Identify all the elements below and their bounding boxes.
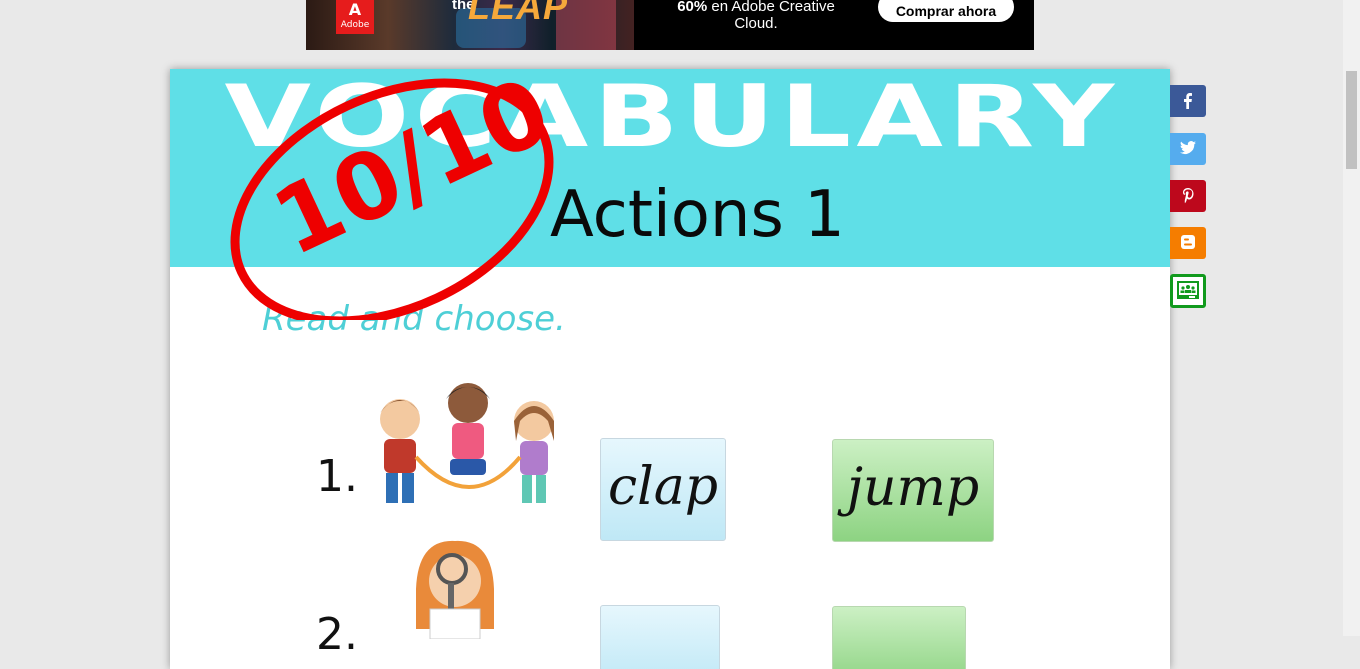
question-1-number: 1.	[316, 451, 358, 502]
share-pinterest-button[interactable]	[1170, 180, 1206, 212]
pinterest-icon	[1183, 188, 1194, 204]
magnifier-girl-illustration	[416, 540, 494, 639]
facebook-icon	[1184, 93, 1192, 109]
twitter-icon	[1180, 141, 1196, 154]
question-2-number: 2.	[316, 609, 358, 660]
page-scrollbar[interactable]	[1343, 0, 1360, 636]
share-facebook-button[interactable]	[1170, 85, 1206, 117]
adobe-logo: A Adobe	[336, 0, 374, 34]
choice-clap[interactable]: clap	[600, 438, 726, 541]
share-google-classroom-button[interactable]	[1170, 274, 1206, 308]
share-blogger-button[interactable]	[1170, 227, 1206, 259]
classroom-icon	[1177, 281, 1199, 299]
jump-rope-illustration	[380, 383, 554, 503]
ad-buy-button[interactable]: Comprar ahora	[878, 0, 1014, 22]
share-twitter-button[interactable]	[1170, 133, 1206, 165]
blogger-icon	[1181, 235, 1195, 249]
ad-banner[interactable]: A Adobe the LEAP 60% en Adobe Creative C…	[306, 0, 1034, 50]
ad-offer-text: 60% en Adobe Creative Cloud.	[677, 0, 835, 32]
scrollbar-thumb[interactable]	[1346, 71, 1357, 169]
worksheet-subtitle: Actions 1	[550, 178, 845, 252]
ad-leap-text: LEAP	[468, 0, 569, 27]
choice-q2-left[interactable]	[600, 605, 720, 669]
choice-q2-right[interactable]	[832, 606, 966, 669]
score-text: 10/10	[258, 70, 566, 277]
score-stamp: 10/10	[230, 70, 566, 320]
choice-jump[interactable]: jump	[832, 439, 994, 542]
